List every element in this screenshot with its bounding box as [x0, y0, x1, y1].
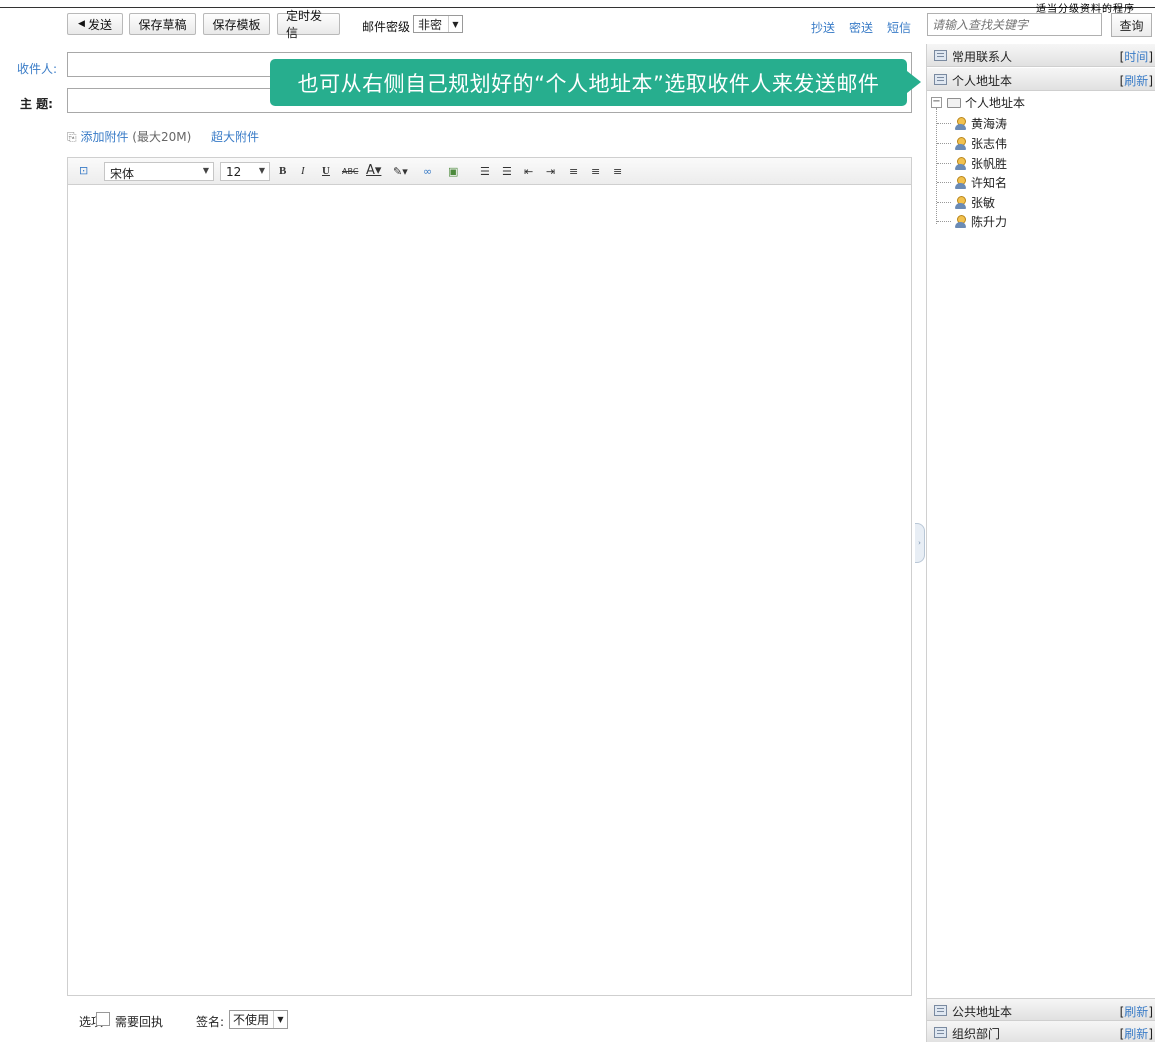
cc-link[interactable]: 抄送	[811, 19, 835, 36]
bcc-link[interactable]: 密送	[849, 19, 873, 36]
send-label: 发送	[87, 17, 112, 32]
strikethrough-icon[interactable]: ABC	[342, 167, 358, 176]
editor-toolbar: ⊡ 宋体 ▼ 12 ▼ B I U ABC A▾ ✎▾ ∞ ▣ ☰ ☰ ⇤ ⇥ …	[67, 157, 912, 185]
chevron-down-icon: ▼	[448, 16, 462, 32]
subject-label: 主 题:	[20, 97, 53, 111]
person-icon	[955, 195, 966, 210]
refresh-org-link[interactable]: [刷新]	[1120, 1025, 1153, 1042]
source-code-icon[interactable]: ⊡	[79, 164, 88, 177]
paperclip-icon: ⎘	[67, 130, 77, 144]
compose-toolbar: ◀ 发送 保存草稿 保存模板 定时发信 邮件密级 非密 ▼ 抄送 密送 短信	[0, 9, 922, 40]
align-right-icon[interactable]: ≡	[613, 165, 622, 178]
add-attachment-label: 添加附件	[80, 130, 129, 144]
public-book-label: 公共地址本	[952, 1005, 1013, 1019]
chevron-down-icon: ▼	[202, 166, 209, 175]
attachment-limit: (最大20M)	[132, 130, 192, 144]
query-button[interactable]: 查询	[1111, 13, 1152, 37]
org-dept-label: 组织部门	[952, 1027, 1001, 1041]
person-icon	[955, 116, 966, 131]
send-button[interactable]: ◀ 发送	[67, 13, 123, 35]
collapse-icon[interactable]: −	[931, 97, 942, 108]
contact-item[interactable]: 张敏	[937, 194, 995, 211]
security-level-label: 邮件密级	[362, 20, 411, 34]
highlight-color-icon[interactable]: ✎▾	[393, 165, 408, 178]
contact-item[interactable]: 陈升力	[937, 213, 1007, 230]
recipients-label[interactable]: 收件人:	[17, 60, 57, 77]
sort-by-time-link[interactable]: [时间]	[1120, 48, 1153, 65]
font-size-select[interactable]: 12 ▼	[220, 162, 270, 181]
contact-item[interactable]: 许知名	[937, 174, 1007, 191]
align-left-icon[interactable]: ≡	[569, 165, 578, 178]
signature-label: 签名:	[196, 1015, 225, 1029]
personal-book-label: 个人地址本	[952, 74, 1013, 88]
tree-root-label: 个人地址本	[965, 96, 1026, 110]
add-attachment-link[interactable]: ⎘ 添加附件 (最大20M)	[67, 128, 191, 145]
public-book-header[interactable]: 公共地址本 [刷新]	[927, 998, 1155, 1021]
person-icon	[955, 175, 966, 190]
address-card-icon	[934, 74, 947, 85]
chevron-down-icon: ▼	[258, 166, 265, 175]
security-level-value: 非密	[418, 17, 443, 32]
chevron-down-icon: ▼	[273, 1011, 287, 1028]
signature-select[interactable]: 不使用 ▼	[229, 1010, 288, 1029]
folder-icon	[947, 97, 961, 108]
indent-icon[interactable]: ⇥	[546, 165, 555, 178]
search-input[interactable]	[927, 13, 1102, 36]
save-template-button[interactable]: 保存模板	[203, 13, 270, 35]
contact-item[interactable]: 张帆胜	[937, 155, 1007, 172]
security-level-select[interactable]: 非密 ▼	[413, 15, 463, 33]
font-family-value: 宋体	[110, 167, 135, 181]
bold-icon[interactable]: B	[279, 165, 286, 177]
sms-link[interactable]: 短信	[887, 19, 911, 36]
large-attachment-link[interactable]: 超大附件	[211, 128, 259, 145]
tree-root-personal-book[interactable]: − 个人地址本	[931, 94, 1025, 111]
frequent-contacts-header[interactable]: 常用联系人 [时间]	[927, 44, 1155, 67]
italic-icon[interactable]: I	[301, 165, 305, 177]
person-icon	[955, 136, 966, 151]
contact-item[interactable]: 黄海涛	[937, 115, 1007, 132]
ordered-list-icon[interactable]: ☰	[480, 165, 490, 178]
message-body-editor[interactable]	[67, 184, 912, 996]
panel-collapse-handle[interactable]: ›	[915, 523, 925, 563]
save-draft-button[interactable]: 保存草稿	[129, 13, 196, 35]
address-card-icon	[934, 1005, 947, 1016]
person-icon	[955, 214, 966, 229]
timed-send-button[interactable]: 定时发信	[277, 9, 340, 40]
hint-tooltip: 也可从右侧自己规划好的“个人地址本”选取收件人来发送邮件	[270, 59, 921, 106]
personal-book-header[interactable]: 个人地址本 [刷新]	[927, 68, 1155, 91]
link-icon[interactable]: ∞	[423, 165, 432, 178]
person-icon	[955, 156, 966, 171]
org-dept-header[interactable]: 组织部门 [刷新]	[927, 1021, 1155, 1042]
refresh-personal-link[interactable]: [刷新]	[1120, 72, 1153, 89]
align-center-icon[interactable]: ≡	[591, 165, 600, 178]
contact-item[interactable]: 张志伟	[937, 135, 1007, 152]
font-size-value: 12	[226, 165, 242, 179]
send-icon: ◀	[78, 19, 85, 29]
address-book-panel: 常用联系人 [时间] 个人地址本 [刷新] − 个人地址本 黄海涛 张志伟 张帆…	[926, 44, 1155, 1042]
frequent-contacts-label: 常用联系人	[952, 50, 1013, 64]
signature-value: 不使用	[233, 1013, 270, 1027]
address-card-icon	[934, 1027, 947, 1038]
refresh-public-link[interactable]: [刷新]	[1120, 1003, 1153, 1020]
unordered-list-icon[interactable]: ☰	[502, 165, 512, 178]
receipt-checkbox[interactable]	[96, 1012, 110, 1026]
font-color-icon[interactable]: A▾	[366, 163, 381, 178]
top-border-line	[0, 7, 1155, 8]
font-family-select[interactable]: 宋体 ▼	[104, 162, 214, 181]
outdent-icon[interactable]: ⇤	[524, 165, 533, 178]
address-card-icon	[934, 50, 947, 61]
image-icon[interactable]: ▣	[448, 165, 458, 178]
underline-icon[interactable]: U	[322, 165, 330, 177]
receipt-label: 需要回执	[115, 1015, 164, 1029]
